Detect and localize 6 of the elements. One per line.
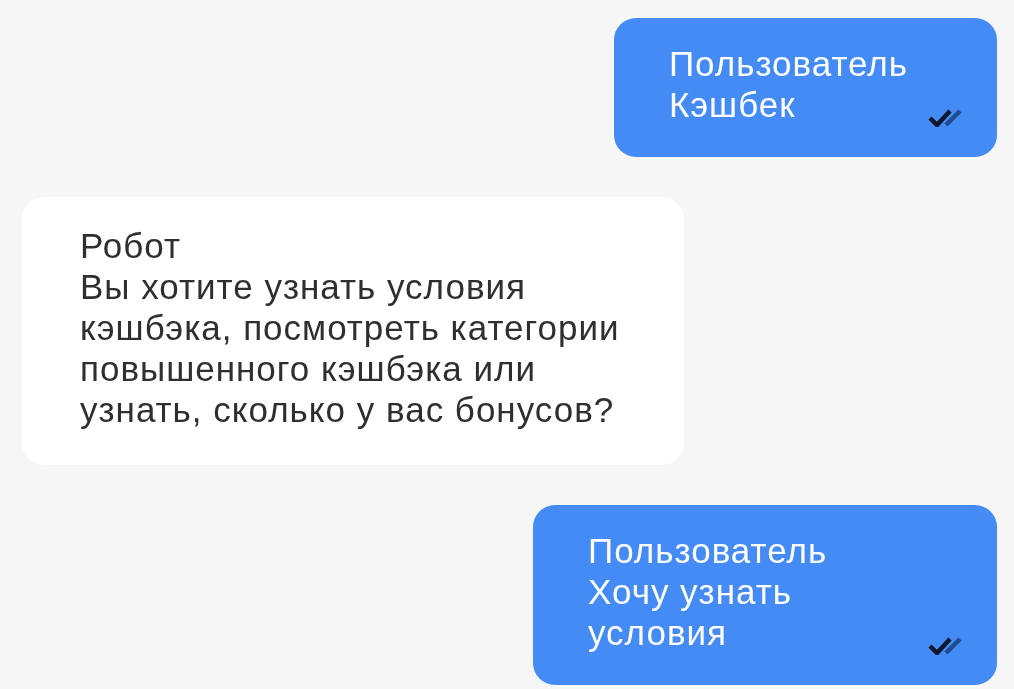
- message-text: Хочу узнать условия: [588, 571, 793, 653]
- message-author: Пользователь: [588, 530, 829, 571]
- message-author: Пользователь: [668, 43, 908, 84]
- message-text: Кэшбек: [668, 84, 797, 125]
- message-author: Робот: [80, 225, 183, 266]
- message-text: Вы хотите узнать условия кэшбэка, посмотреть категории повышенного кэшбэка или узнать, сколько у вас бонусов?: [80, 266, 621, 430]
